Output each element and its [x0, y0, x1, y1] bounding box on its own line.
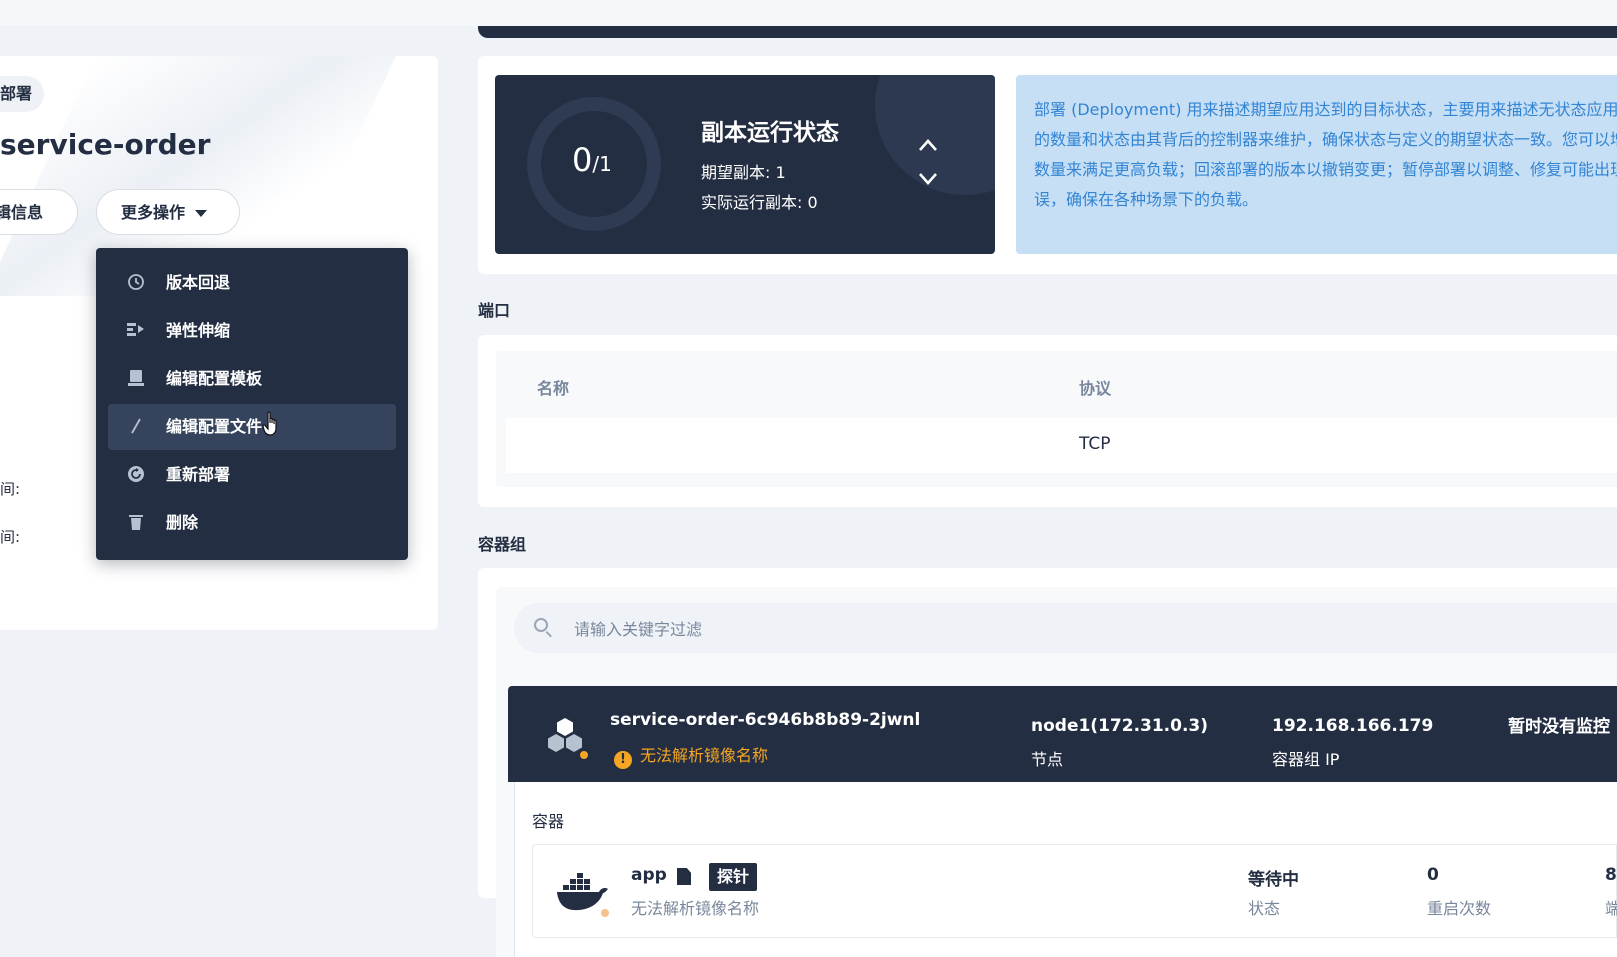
running-replicas: 实际运行副本: 0: [701, 193, 818, 212]
menu-item-edit-config[interactable]: 编辑配置文件: [108, 404, 396, 450]
pod-monitor-note: 暂时没有监控: [1508, 717, 1610, 737]
containers-title: 容器: [532, 812, 565, 831]
container-image-note: 无法解析镜像名称: [631, 899, 760, 918]
warning-icon: !: [614, 751, 632, 769]
pods-section-title: 容器组: [478, 535, 527, 554]
history-clock-icon: [126, 273, 146, 293]
pen-icon: [126, 417, 146, 437]
more-actions-label: 更多操作: [121, 203, 186, 222]
search-icon: [534, 618, 548, 632]
pod-icon: [544, 716, 588, 760]
pod-row[interactable]: service-order-6c946b8b89-2jwnl ! 无法解析镜像名称…: [508, 686, 1617, 782]
resource-name: service-order: [0, 128, 211, 161]
replica-status-panel: 0/1 副本运行状态 期望副本: 1 实际运行副本: 0: [495, 75, 995, 254]
container-port: 80: [1605, 865, 1617, 885]
menu-item-label: 版本回退: [166, 273, 231, 292]
container-status-label: 状态: [1248, 899, 1281, 918]
top-bar: [0, 0, 1617, 26]
more-actions-menu: 版本回退 弹性伸缩 编辑配置模板 编辑配置文件 重新部署 删除: [96, 248, 408, 560]
detail-field-label: 间:: [0, 480, 21, 498]
banner-strip: [478, 26, 1617, 38]
deployment-description: 部署 (Deployment) 用来描述期望应用达到的目标状态，主要用来描述无状…: [1034, 100, 1617, 209]
pod-ip-label: 容器组 IP: [1272, 750, 1340, 769]
ports-section-title: 端口: [478, 301, 511, 320]
hand-cursor-icon: [262, 411, 284, 441]
container-status: 等待中: [1248, 870, 1299, 890]
pod-node: node1(172.31.0.3): [1031, 716, 1209, 736]
edit-info-label: 辑信息: [0, 203, 43, 222]
container-port-label: 端: [1605, 899, 1617, 918]
deployment-info-box: 部署 (Deployment) 用来描述期望应用达到的目标状态，主要用来描述无状…: [1016, 75, 1617, 254]
pod-filter-bar: [514, 603, 1617, 655]
table-row: [506, 418, 1617, 473]
resource-kind-badge: 部署: [0, 76, 45, 112]
container-name[interactable]: app: [631, 865, 667, 885]
pod-node-label: 节点: [1031, 750, 1064, 769]
container-restarts-label: 重启次数: [1427, 899, 1492, 918]
chevron-up-icon[interactable]: [915, 133, 941, 159]
template-icon: [126, 369, 146, 389]
detail-field-label: 间:: [0, 528, 21, 546]
caret-down-icon: [195, 210, 208, 217]
menu-item-label: 编辑配置文件: [166, 417, 263, 436]
pod-filter-input[interactable]: [572, 603, 1476, 655]
menu-item-rollback[interactable]: 版本回退: [108, 260, 396, 306]
container-row[interactable]: app 探针 无法解析镜像名称 等待中 状态 0 重启次数 80 端: [532, 844, 1617, 938]
pod-warning: ! 无法解析镜像名称: [614, 742, 768, 769]
container-restarts: 0: [1427, 865, 1439, 885]
trash-icon: [126, 513, 146, 533]
redeploy-icon: [126, 465, 146, 485]
file-icon[interactable]: [677, 868, 691, 885]
desired-replicas: 期望副本: 1: [701, 163, 786, 182]
replica-desired: /1: [592, 152, 612, 176]
more-actions-button[interactable]: 更多操作: [96, 189, 240, 235]
pod-name[interactable]: service-order-6c946b8b89-2jwnl: [610, 710, 920, 730]
menu-item-label: 弹性伸缩: [166, 321, 231, 340]
docker-icon: [555, 869, 611, 917]
port-protocol-cell: TCP: [1079, 434, 1111, 454]
menu-item-edit-template[interactable]: 编辑配置模板: [108, 356, 396, 402]
pod-warning-text: 无法解析镜像名称: [640, 746, 769, 765]
menu-item-label: 删除: [166, 513, 199, 532]
menu-item-label: 重新部署: [166, 465, 231, 484]
column-header-protocol: 协议: [1079, 379, 1112, 398]
menu-item-redeploy[interactable]: 重新部署: [108, 452, 396, 498]
replica-current: 0: [572, 141, 593, 179]
replica-count: 0/1: [572, 140, 612, 184]
menu-item-delete[interactable]: 删除: [108, 500, 396, 546]
pod-ip: 192.168.166.179: [1272, 716, 1434, 736]
column-header-name: 名称: [537, 379, 570, 398]
autoscale-icon: [126, 321, 146, 341]
probe-tag[interactable]: 探针: [709, 863, 758, 891]
edit-info-button[interactable]: 辑信息: [0, 189, 78, 235]
replica-title: 副本运行状态: [701, 120, 839, 146]
chevron-down-icon[interactable]: [915, 167, 941, 193]
menu-item-label: 编辑配置模板: [166, 369, 263, 388]
menu-item-autoscale[interactable]: 弹性伸缩: [108, 308, 396, 354]
